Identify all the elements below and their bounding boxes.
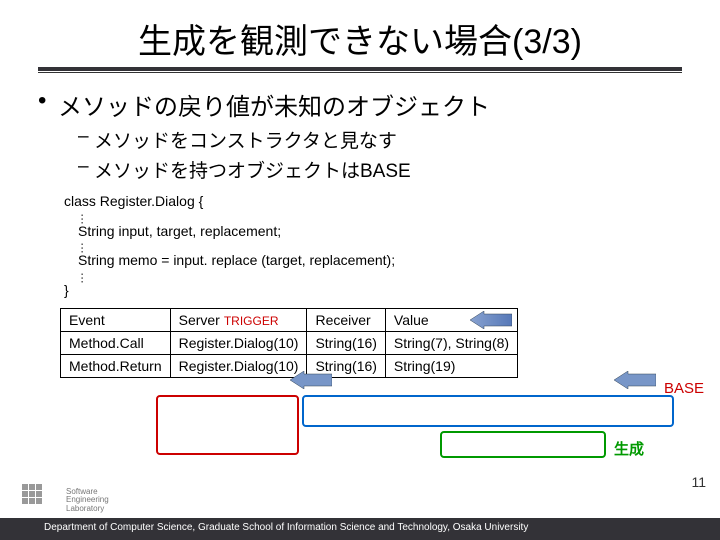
page-number: 11 [691, 474, 706, 490]
code-decl: class Register.Dialog { [64, 191, 702, 213]
bullet-l2b: メソッドを持つオブジェクトはBASE [78, 156, 702, 183]
arrow-icon [470, 311, 512, 329]
footer: Department of Computer Science, Graduate… [0, 518, 720, 540]
logo-text: SoftwareEngineeringLaboratory [66, 488, 109, 514]
bullet-l2a: メソッドをコンストラクタと見なす [78, 126, 702, 153]
cell-receiver: String(16) [307, 331, 385, 354]
code-block: class Register.Dialog { … String input, … [64, 191, 702, 302]
cell-event: Method.Return [61, 354, 171, 377]
highlight-server [156, 395, 299, 455]
cell-value: String(7), String(8) [385, 331, 517, 354]
bullet-l1: メソッドの戻り値が未知のオブジェクト [38, 87, 702, 122]
cell-server: Register.Dialog(10) [170, 354, 307, 377]
vdots-icon: … [80, 213, 90, 221]
vdots-icon: … [80, 272, 90, 280]
arrow-icon [614, 371, 656, 389]
cell-event: Method.Call [61, 331, 171, 354]
highlight-call-row [302, 395, 674, 427]
trigger-label: TRIGGER [224, 314, 279, 328]
logo-icon [22, 484, 64, 516]
event-table: Event ServerTRIGGER Receiver Value Metho… [60, 308, 518, 378]
divider-thick [38, 67, 682, 71]
cell-server: Register.Dialog(10) [170, 331, 307, 354]
table-row: Event ServerTRIGGER Receiver Value [61, 308, 518, 331]
code-l2: String memo = input. replace (target, re… [64, 250, 702, 272]
code-l1: String input, target, replacement; [64, 221, 702, 243]
vdots-icon: … [80, 242, 90, 250]
slide-title: 生成を観測できない場合(3/3) [18, 14, 702, 63]
arrow-icon [290, 371, 332, 389]
th-event: Event [61, 308, 171, 331]
base-label: BASE [664, 380, 704, 397]
slide: 生成を観測できない場合(3/3) メソッドの戻り値が未知のオブジェクト メソッド… [0, 0, 720, 540]
divider-thin [38, 72, 682, 73]
th-server: ServerTRIGGER [170, 308, 307, 331]
code-close: } [64, 280, 702, 302]
highlight-gen [440, 431, 606, 458]
gen-label: 生成 [614, 438, 644, 459]
th-receiver: Receiver [307, 308, 385, 331]
table-row: Method.Call Register.Dialog(10) String(1… [61, 331, 518, 354]
cell-value: String(19) [385, 354, 517, 377]
